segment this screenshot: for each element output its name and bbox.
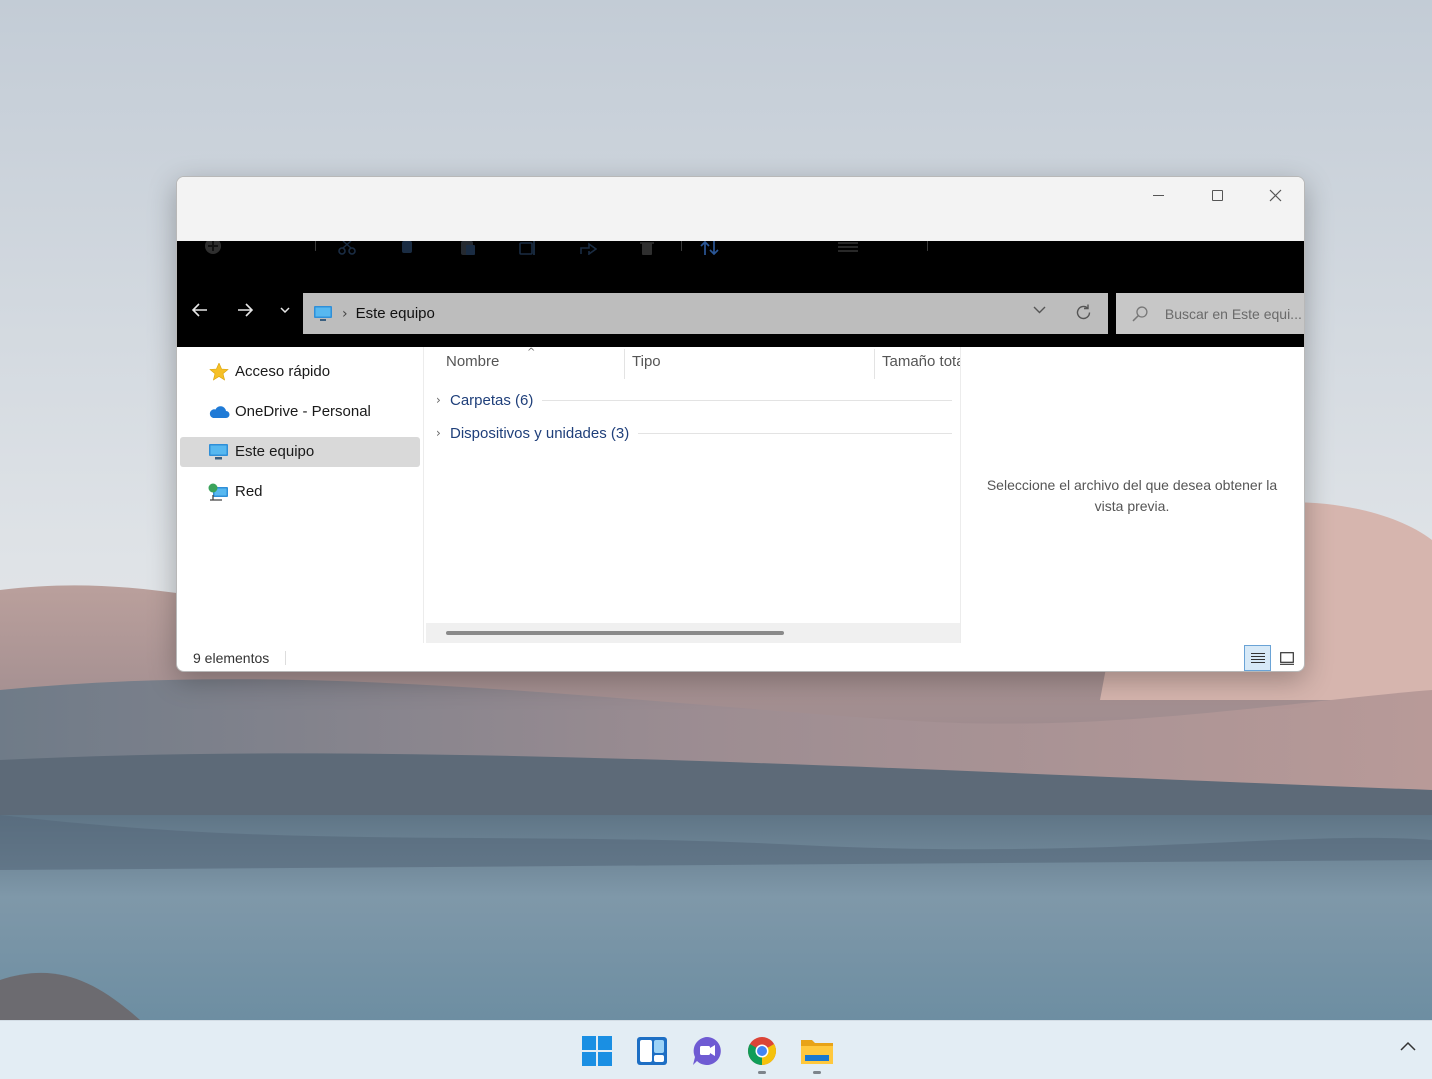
preview-pane: Seleccione el archivo del que desea obte…: [962, 347, 1304, 643]
scrollbar-thumb[interactable]: [446, 631, 784, 635]
chrome-button[interactable]: [745, 1034, 779, 1068]
details-view-icon: [1250, 652, 1265, 664]
breadcrumb-separator: ›: [342, 305, 348, 322]
toolbar-separator: [927, 241, 928, 251]
star-icon: [209, 363, 229, 381]
start-icon: [582, 1036, 612, 1066]
maximize-button[interactable]: [1188, 177, 1246, 213]
group-label: Carpetas (6): [450, 391, 534, 409]
sidebar-item-this-pc[interactable]: Este equipo: [180, 437, 420, 467]
file-explorer-window: › Este equipo Buscar en Este equi... Acc…: [176, 176, 1305, 672]
computer-icon: [209, 444, 228, 460]
forward-button[interactable]: [225, 283, 265, 337]
back-button[interactable]: [180, 283, 220, 337]
column-header-type[interactable]: Tipo: [632, 353, 832, 377]
chrome-icon: [748, 1037, 776, 1065]
maximize-icon: [1211, 189, 1223, 201]
cloud-icon: [209, 406, 230, 418]
details-view-button[interactable]: [1244, 645, 1271, 671]
recent-locations-button[interactable]: [267, 283, 303, 337]
column-divider[interactable]: [624, 349, 625, 379]
navigation-bar: › Este equipo Buscar en Este equi...: [177, 293, 1304, 347]
share-icon[interactable]: [579, 241, 597, 255]
taskbar: [0, 1020, 1432, 1079]
network-icon: [208, 483, 228, 501]
large-icons-view-button[interactable]: [1273, 645, 1300, 671]
toolbar-separator: [681, 241, 682, 251]
sidebar-item-label: Acceso rápido: [235, 363, 331, 380]
large-icons-view-icon: [1279, 651, 1294, 665]
close-icon: [1269, 189, 1281, 201]
widgets-button[interactable]: [635, 1034, 669, 1068]
chevron-right-icon: ›: [436, 393, 441, 407]
refresh-icon[interactable]: [1075, 304, 1092, 321]
sidebar-item-network[interactable]: Red: [180, 477, 420, 507]
rename-icon[interactable]: [519, 241, 537, 255]
minimize-button[interactable]: [1129, 177, 1187, 213]
status-separator: [285, 651, 286, 665]
sidebar-item-quick-access[interactable]: Acceso rápido: [180, 357, 420, 387]
sidebar-item-label: Red: [235, 483, 263, 500]
chat-icon: [693, 1037, 721, 1065]
column-header-total-size[interactable]: Tamaño total: [882, 353, 960, 377]
cut-icon[interactable]: [337, 241, 357, 255]
close-button[interactable]: [1246, 177, 1304, 213]
title-bar[interactable]: [177, 177, 1304, 241]
back-arrow-icon: [192, 303, 207, 317]
sidebar-item-onedrive[interactable]: OneDrive - Personal: [180, 397, 420, 427]
toolbar-separator: [315, 241, 316, 251]
command-bar: [177, 241, 1304, 293]
navigation-pane: Acceso rápido OneDrive - Personal Este e…: [177, 347, 423, 633]
address-bar[interactable]: › Este equipo: [303, 293, 1108, 334]
search-icon: [1132, 305, 1148, 321]
group-header-devices[interactable]: › Dispositivos y unidades (3): [436, 423, 952, 443]
minimize-icon: [1152, 194, 1164, 196]
group-header-folders[interactable]: › Carpetas (6): [436, 390, 952, 410]
chevron-up-icon[interactable]: [1400, 1041, 1416, 1051]
computer-icon: [314, 305, 332, 321]
item-count: 9 elementos: [193, 650, 270, 666]
copy-icon[interactable]: [399, 241, 415, 255]
file-explorer-icon: [801, 1040, 833, 1064]
sidebar-item-label: Este equipo: [235, 443, 315, 460]
file-list: ^ Nombre Tipo Tamaño total › Carpetas (6…: [423, 347, 961, 643]
search-input[interactable]: Buscar en Este equi...: [1165, 306, 1304, 322]
search-box[interactable]: Buscar en Este equi...: [1116, 293, 1304, 334]
view-icon[interactable]: [837, 241, 859, 255]
delete-icon[interactable]: [639, 241, 655, 255]
start-button[interactable]: [580, 1034, 614, 1068]
group-divider: [638, 432, 952, 434]
preview-message: Seleccione el archivo del que desea obte…: [986, 477, 1278, 514]
column-divider[interactable]: [874, 349, 875, 379]
file-explorer-button[interactable]: [800, 1034, 834, 1068]
chevron-down-icon: [280, 307, 290, 313]
running-indicator: [758, 1071, 766, 1074]
paste-icon[interactable]: [459, 241, 477, 255]
status-bar: 9 elementos: [177, 643, 1304, 671]
breadcrumb-item[interactable]: Este equipo: [356, 305, 435, 322]
horizontal-scrollbar[interactable]: [426, 623, 960, 643]
column-header-name[interactable]: Nombre: [446, 353, 616, 377]
running-indicator: [813, 1071, 821, 1074]
sort-icon[interactable]: [699, 241, 721, 255]
group-divider: [542, 399, 952, 401]
widgets-icon: [637, 1037, 667, 1065]
sidebar-item-label: OneDrive - Personal: [235, 403, 371, 420]
address-dropdown-icon[interactable]: [1033, 306, 1046, 314]
forward-arrow-icon: [238, 303, 253, 317]
group-label: Dispositivos y unidades (3): [450, 424, 630, 442]
teams-chat-button[interactable]: [690, 1034, 724, 1068]
chevron-right-icon: ›: [436, 426, 441, 440]
new-icon[interactable]: [203, 241, 223, 255]
